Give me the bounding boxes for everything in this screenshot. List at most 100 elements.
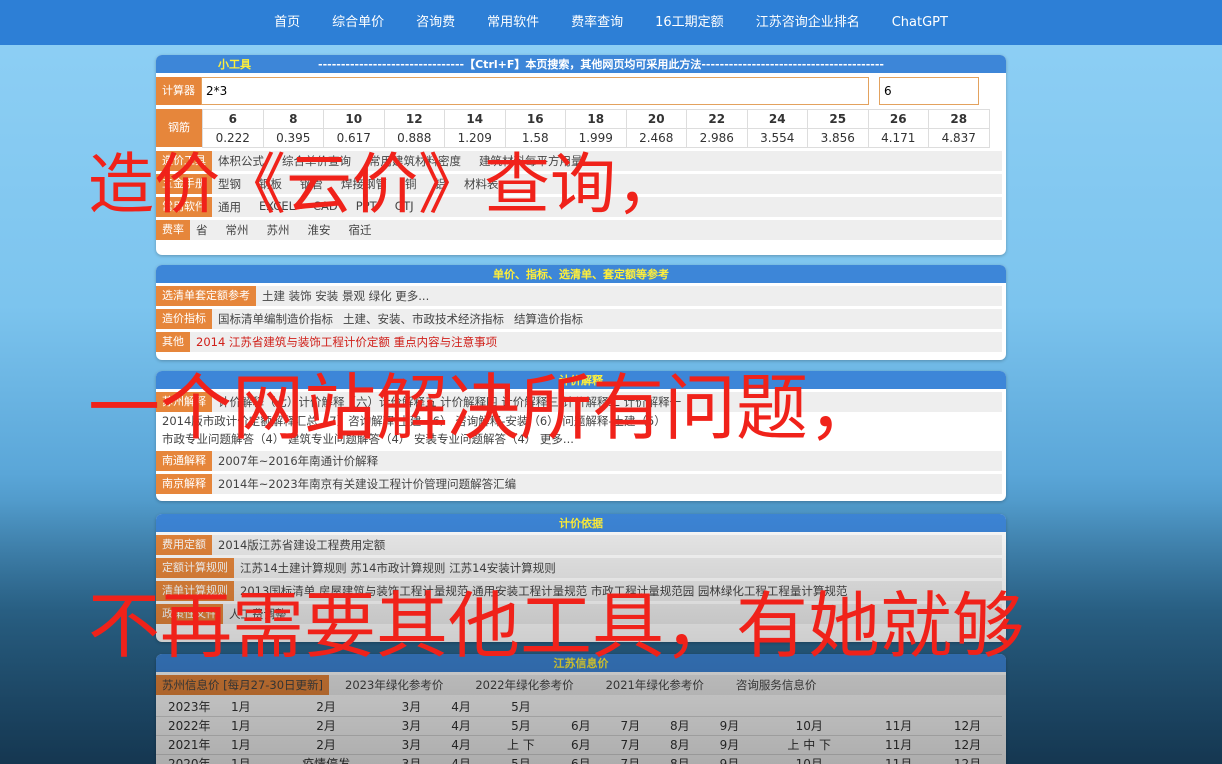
info-month-link[interactable]: 9月 — [704, 754, 755, 764]
info-month-link[interactable]: 1月 — [216, 716, 266, 736]
info-price-table: 2023年 1月 2月 3月 4月 5月 2022年 1月 2月 3月 4月 5月 6月 7月 8月 9月 10… — [156, 697, 1002, 764]
reference-row-tag: 其他 — [156, 332, 190, 352]
basis-link[interactable]: 人工费调整 — [229, 606, 287, 622]
info-month-link[interactable]: 6月 — [555, 716, 606, 736]
tool-link[interactable]: 建筑材料每平方用量 — [479, 153, 583, 169]
info-month-link[interactable]: 8月 — [655, 735, 705, 755]
basis-row: 政策性文件 人工费调整 — [156, 604, 1002, 624]
nav-software[interactable]: 常用软件 — [471, 0, 555, 45]
nav-chatgpt[interactable]: ChatGPT — [876, 0, 964, 45]
tool-link[interactable]: 铝 — [435, 176, 447, 192]
tool-link[interactable]: CAD — [313, 199, 338, 215]
nav-duration-quota[interactable]: 16工期定额 — [639, 0, 740, 45]
info-month-link[interactable]: 2月 — [265, 735, 387, 755]
info-month-link[interactable]: 4月 — [436, 697, 486, 717]
info-month-link[interactable]: 3月 — [386, 716, 437, 736]
steel-size-cell: 6 — [202, 109, 264, 129]
info-month-link[interactable]: 7月 — [605, 716, 656, 736]
info-month-link[interactable]: 6月 — [555, 754, 606, 764]
tool-link[interactable]: 材料表 — [464, 176, 499, 192]
info-month-link[interactable]: 11月 — [864, 735, 934, 755]
explain-link[interactable]: 2007年~2016年南通计价解释 — [218, 453, 378, 469]
nav-ranking[interactable]: 江苏咨询企业排名 — [740, 0, 876, 45]
explain-line2[interactable]: 2014版市政计价定额解释汇总（7）咨询解释-土建（6） 咨询解释-安装（6） … — [156, 412, 1006, 430]
nav-home[interactable]: 首页 — [258, 0, 316, 45]
info-month-link[interactable]: 12月 — [933, 716, 1002, 736]
tool-link[interactable]: 铜 — [405, 176, 417, 192]
tool-link[interactable]: 型钢 — [218, 176, 241, 192]
info-month-link[interactable]: 疫情停发 — [265, 754, 387, 764]
tool-link[interactable]: 常州 — [226, 222, 249, 238]
tool-link[interactable]: 焊接钢管 — [341, 176, 387, 192]
info-month-link[interactable]: 1月 — [216, 735, 266, 755]
info-tab[interactable]: 苏州信息价 [每月27-30日更新] — [156, 675, 330, 695]
tool-link[interactable]: 常用建筑材料密度 — [369, 153, 461, 169]
basis-link[interactable]: 2014版江苏省建设工程费用定额 — [218, 537, 385, 553]
tool-link[interactable]: 体积公式 — [218, 153, 264, 169]
tool-link[interactable]: 苏州 — [267, 222, 290, 238]
info-month-link[interactable]: 2月 — [265, 697, 387, 717]
info-month-link[interactable]: 4月 — [436, 754, 486, 764]
info-month-link[interactable]: 8月 — [655, 754, 705, 764]
info-month-link[interactable]: 3月 — [386, 735, 437, 755]
info-month-link[interactable]: 上 下 — [485, 735, 556, 755]
info-month-link[interactable]: 2月 — [265, 716, 387, 736]
reference-link[interactable]: 结算造价指标 — [514, 311, 583, 327]
tool-link[interactable]: GTJ — [395, 199, 414, 215]
info-month-link[interactable]: 5月 — [485, 754, 556, 764]
reference-link[interactable]: 土建、安装、市政技术经济指标 — [343, 311, 504, 327]
reference-panel: 单价、指标、选清单、套定额等参考 选清单套定额参考 土建 装饰 安装 景观 绿化 … — [156, 265, 1006, 360]
tool-link[interactable]: 宿迁 — [349, 222, 372, 238]
explain-line3[interactable]: 市政专业问题解答（4） 建筑专业问题解答（4） 安装专业问题解答（4） 更多..… — [156, 430, 1006, 448]
info-month-link[interactable]: 4月 — [436, 735, 486, 755]
tool-link[interactable]: PPT — [356, 199, 377, 215]
reference-row-items: 国标清单编制造价指标 土建、安装、市政技术经济指标 结算造价指标 — [212, 311, 583, 327]
calculator-result[interactable] — [879, 77, 979, 105]
info-month-link[interactable]: 10月 — [754, 754, 865, 764]
info-month-link[interactable]: 9月 — [704, 735, 755, 755]
tool-link[interactable]: EXCEL — [259, 199, 295, 215]
info-month-link[interactable]: 7月 — [605, 735, 656, 755]
nav-consulting-fee[interactable]: 咨询费 — [400, 0, 471, 45]
info-month-link[interactable]: 12月 — [933, 754, 1002, 764]
info-month-link[interactable]: 上 中 下 — [754, 735, 865, 755]
basis-link[interactable]: 2013国标清单 房屋建筑与装饰工程计量规范 通用安装工程计量规范 市政工程计量… — [240, 583, 847, 599]
info-month-link[interactable]: 12月 — [933, 735, 1002, 755]
reference-link[interactable]: 2014 江苏省建筑与装饰工程计价定额 重点内容与注意事项 — [196, 334, 497, 350]
info-month-link[interactable]: 10月 — [754, 716, 865, 736]
info-tab[interactable]: 咨询服务信息价 — [720, 677, 833, 693]
tool-link[interactable]: 省 — [196, 222, 208, 238]
info-month-link[interactable]: 11月 — [864, 754, 934, 764]
calculator-input[interactable] — [201, 77, 869, 105]
reference-link[interactable]: 土建 装饰 安装 景观 绿化 更多... — [262, 288, 429, 304]
explain-row-tag: 南通解释 — [156, 451, 212, 471]
reference-link[interactable]: 国标清单编制造价指标 — [218, 311, 333, 327]
explain-link[interactable]: 2014年~2023年南京有关建设工程计价管理问题解答汇编 — [218, 476, 516, 492]
tool-link[interactable]: 钢板 — [259, 176, 282, 192]
tool-link[interactable]: 综合单价查询 — [282, 153, 351, 169]
info-month-link[interactable]: 6月 — [555, 735, 606, 755]
info-month-link[interactable]: 1月 — [216, 697, 266, 717]
info-month-link[interactable]: 5月 — [485, 697, 556, 717]
nav-unit-price[interactable]: 综合单价 — [316, 0, 400, 45]
basis-link[interactable]: 江苏14土建计算规则 苏14市政计算规则 江苏14安装计算规则 — [240, 560, 556, 576]
steel-weight-cell: 3.554 — [746, 128, 808, 148]
tool-link[interactable]: 通用 — [218, 199, 241, 215]
info-month-link[interactable]: 3月 — [386, 697, 437, 717]
explain-suzhou-links[interactable]: 计价解释（七）计价解释（六）计价解释五 计价解释四 计价解释三 计价解释二 计价… — [218, 394, 681, 410]
info-tab[interactable]: 2021年绿化参考价 — [590, 677, 720, 693]
info-tab[interactable]: 2023年绿化参考价 — [329, 677, 459, 693]
info-month-link[interactable]: 9月 — [704, 716, 755, 736]
info-month-link[interactable]: 8月 — [655, 716, 705, 736]
info-month-link[interactable]: 11月 — [864, 716, 934, 736]
nav-rates[interactable]: 费率查询 — [555, 0, 639, 45]
info-month-link[interactable]: 3月 — [386, 754, 437, 764]
info-month-link — [754, 697, 865, 717]
tool-link[interactable]: 淮安 — [308, 222, 331, 238]
info-month-link[interactable]: 1月 — [216, 754, 266, 764]
info-month-link[interactable]: 7月 — [605, 754, 656, 764]
info-month-link[interactable]: 5月 — [485, 716, 556, 736]
info-month-link[interactable]: 4月 — [436, 716, 486, 736]
tool-link[interactable]: 钢管 — [300, 176, 323, 192]
info-tab[interactable]: 2022年绿化参考价 — [459, 677, 589, 693]
